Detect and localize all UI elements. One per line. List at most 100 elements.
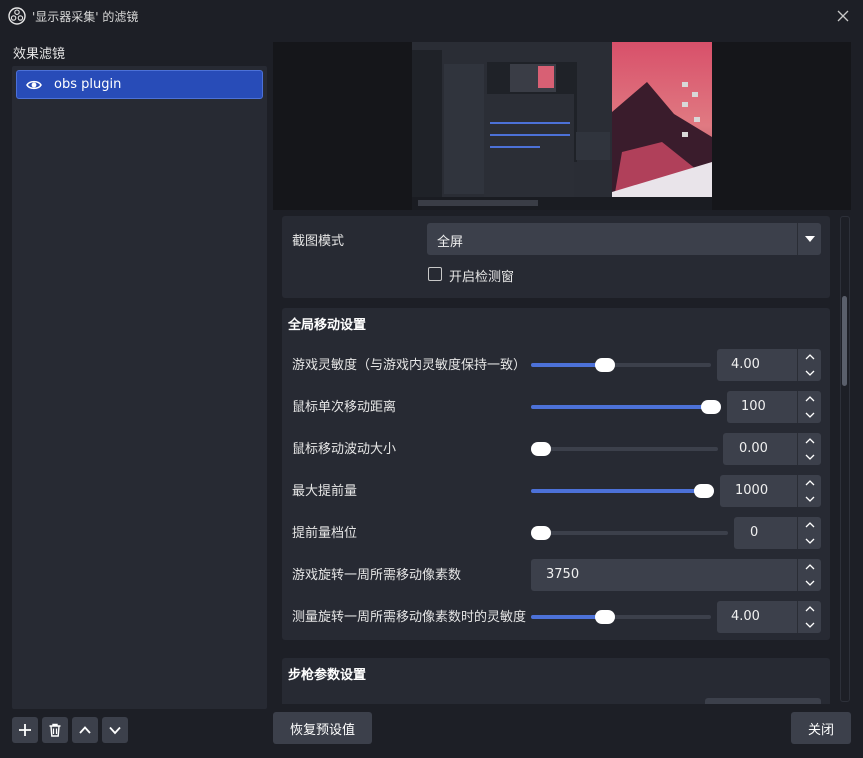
remove-filter-button[interactable]	[42, 717, 68, 743]
max-lead-slider[interactable]	[531, 484, 714, 498]
move-filter-down-button[interactable]	[102, 717, 128, 743]
slider-fill	[531, 363, 603, 367]
mouse-jitter-spinbox[interactable]: 0.00	[723, 433, 821, 465]
properties-scrollbar[interactable]	[839, 216, 851, 702]
chevron-down-icon	[805, 580, 815, 586]
filter-preview	[273, 42, 851, 210]
chevron-up-icon	[805, 606, 815, 612]
spinbox-value: 100	[741, 399, 766, 414]
trash-icon	[49, 723, 61, 737]
spin-up-button[interactable]	[798, 349, 822, 365]
max-lead-spinbox[interactable]: 1000	[720, 475, 821, 507]
game-sensitivity-spinbox[interactable]: 4.00	[717, 349, 821, 381]
plus-icon	[19, 724, 31, 736]
spinbox-buttons	[797, 433, 821, 465]
prop-label-mouse-step-distance: 鼠标单次移动距离	[292, 400, 397, 415]
spinbox-buttons	[797, 349, 821, 381]
game-sensitivity-slider[interactable]	[531, 358, 711, 372]
dropdown-arrow[interactable]	[797, 223, 821, 255]
prop-label-game-sensitivity: 游戏灵敏度（与游戏内灵敏度保持一致）	[292, 358, 527, 373]
preview-image	[412, 42, 712, 210]
prop-label-max-lead: 最大提前量	[292, 484, 358, 499]
spin-down-button[interactable]	[798, 533, 822, 549]
chevron-up-icon	[805, 480, 815, 486]
spin-up-button[interactable]	[798, 559, 822, 575]
properties-scroll-area[interactable]: 截图模式 全屏 开启检测窗 全局移动设置 游戏灵敏度（与游戏内灵敏度保持一致） …	[273, 210, 851, 704]
spin-down-button[interactable]	[798, 365, 822, 381]
capture-mode-dropdown[interactable]: 全屏	[427, 223, 821, 255]
title-bar: '显示器采集' 的滤镜	[0, 0, 863, 32]
spinbox-buttons	[797, 475, 821, 507]
mouse-step-distance-slider[interactable]	[531, 400, 721, 414]
detect-window-checkbox[interactable]	[428, 267, 442, 281]
filter-item-obs-plugin[interactable]: obs plugin	[16, 70, 263, 99]
scroll-thumb[interactable]	[842, 296, 847, 386]
filters-section-label: 效果滤镜	[13, 47, 66, 62]
measure-sensitivity-slider[interactable]	[531, 610, 711, 624]
prop-label-pixels-per-rotation: 游戏旋转一周所需移动像素数	[292, 568, 462, 583]
spinbox-value: 4.00	[731, 609, 760, 624]
chevron-up-icon	[805, 564, 815, 570]
chevron-down-icon	[805, 496, 815, 502]
eye-icon[interactable]	[26, 78, 42, 92]
spin-down-button[interactable]	[798, 617, 822, 633]
spin-down-button[interactable]	[798, 407, 822, 423]
spinbox-value: 1000	[735, 483, 769, 498]
slider-handle[interactable]	[595, 358, 615, 372]
capture-settings-group: 截图模式 全屏 开启检测窗	[282, 216, 830, 298]
global-move-settings-group: 全局移动设置 游戏灵敏度（与游戏内灵敏度保持一致） 4.00 鼠标单次移动距离 …	[282, 308, 830, 640]
spinbox-buttons	[797, 601, 821, 633]
lead-level-slider[interactable]	[531, 526, 728, 540]
slider-fill	[531, 615, 603, 619]
triangle-down-icon	[804, 236, 815, 242]
spin-down-button[interactable]	[798, 449, 822, 465]
spin-up-button[interactable]	[798, 391, 822, 407]
spin-up-button[interactable]	[798, 475, 822, 491]
prop-label-measure-sensitivity: 测量旋转一周所需移动像素数时的灵敏度	[292, 610, 527, 625]
filter-list[interactable]: obs plugin	[12, 66, 267, 709]
spinbox-buttons	[797, 391, 821, 423]
obs-logo-icon	[8, 7, 26, 25]
spin-down-button[interactable]	[798, 491, 822, 507]
chevron-up-icon	[805, 354, 815, 360]
slider-handle[interactable]	[701, 400, 721, 414]
window-close-button[interactable]	[831, 4, 855, 28]
prop-label-lead-level: 提前量档位	[292, 526, 358, 541]
rifle-param-spinbox[interactable]	[705, 698, 821, 704]
chevron-down-icon	[805, 370, 815, 376]
slider-handle[interactable]	[595, 610, 615, 624]
chevron-up-icon	[805, 438, 815, 444]
spin-up-button[interactable]	[798, 433, 822, 449]
spinbox-value: 0	[750, 525, 759, 540]
slider-handle[interactable]	[694, 484, 714, 498]
spin-down-button[interactable]	[798, 575, 822, 591]
capture-mode-value: 全屏	[437, 235, 464, 250]
chevron-down-icon	[805, 412, 815, 418]
filter-item-label: obs plugin	[54, 77, 122, 92]
chevron-down-icon	[109, 726, 121, 735]
pixels-per-rotation-spinbox[interactable]: 3750	[531, 559, 821, 591]
chevron-down-icon	[805, 538, 815, 544]
rifle-settings-title: 步枪参数设置	[288, 668, 367, 683]
spinbox-value: 0.00	[739, 441, 768, 456]
spin-up-button[interactable]	[798, 517, 822, 533]
spinbox-buttons	[797, 517, 821, 549]
measure-sensitivity-spinbox[interactable]: 4.00	[717, 601, 821, 633]
move-filter-up-button[interactable]	[72, 717, 98, 743]
add-filter-button[interactable]	[12, 717, 38, 743]
chevron-up-icon	[805, 522, 815, 528]
close-button[interactable]: 关闭	[791, 712, 851, 744]
spin-up-button[interactable]	[798, 601, 822, 617]
slider-handle[interactable]	[531, 442, 551, 456]
spinbox-value: 3750	[546, 567, 580, 582]
chevron-down-icon	[805, 454, 815, 460]
chevron-down-icon	[805, 622, 815, 628]
chevron-up-icon	[79, 726, 91, 734]
lead-level-spinbox[interactable]: 0	[734, 517, 821, 549]
slider-handle[interactable]	[531, 526, 551, 540]
mouse-jitter-slider[interactable]	[531, 442, 718, 456]
mouse-step-distance-spinbox[interactable]: 100	[727, 391, 821, 423]
slider-fill	[531, 489, 714, 493]
chevron-up-icon	[805, 396, 815, 402]
restore-defaults-button[interactable]: 恢复预设值	[273, 712, 372, 744]
